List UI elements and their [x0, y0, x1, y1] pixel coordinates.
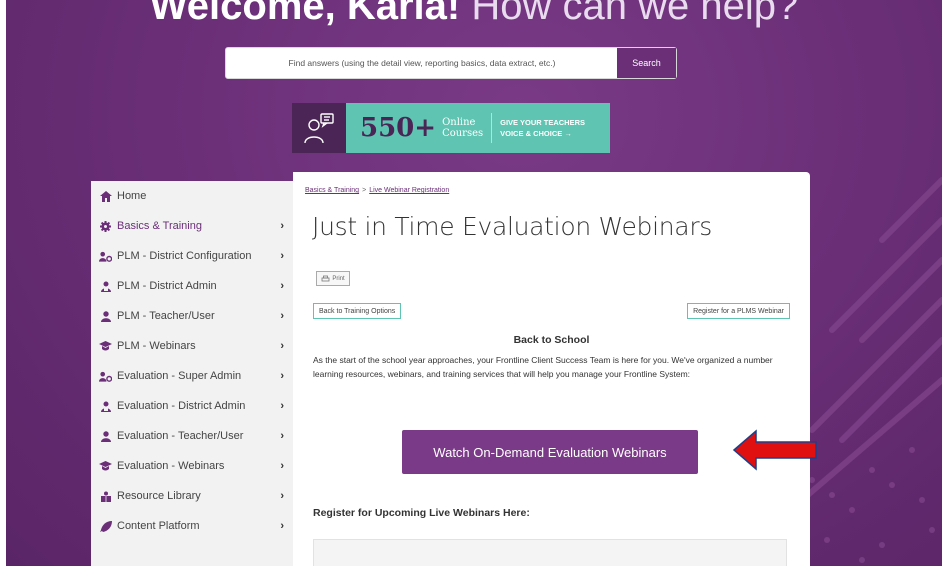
user-admin-icon — [99, 280, 112, 292]
sidebar-item-evaluation-teacher-user[interactable]: Evaluation - Teacher/User › — [91, 421, 293, 451]
webinar-embed[interactable] — [313, 539, 787, 566]
intro-paragraph: As the start of the school year approach… — [313, 355, 773, 379]
sidebar-item-label: Evaluation - District Admin — [117, 400, 246, 412]
back-to-training-button[interactable]: Back to Training Options — [313, 303, 402, 319]
chevron-right-icon[interactable]: › — [280, 520, 284, 532]
sidebar-item-label: Resource Library — [117, 490, 201, 502]
breadcrumb: Basics & Training > Live Webinar Registrat… — [305, 187, 450, 194]
rocket-icon — [99, 520, 112, 532]
banner-cta: GIVE YOUR TEACHERS VOICE & CHOICE → — [500, 118, 586, 138]
sidebar-item-plm-district-admin[interactable]: PLM - District Admin › — [91, 271, 293, 301]
welcome-question: How can we help? — [471, 0, 799, 28]
breadcrumb-basics-training[interactable]: Basics & Training — [305, 187, 359, 194]
courses-banner[interactable]: 550+ Online Courses GIVE YOUR TEACHERS VOI… — [292, 103, 610, 153]
search-input[interactable] — [226, 48, 618, 78]
sidebar-item-label: PLM - Webinars — [117, 340, 196, 352]
sidebar-item-basics-training[interactable]: Basics & Training › — [91, 211, 293, 241]
banner-count: 550+ — [360, 113, 437, 143]
user-icon — [99, 310, 112, 322]
gear-icon — [99, 220, 112, 232]
sidebar-item-label: Home — [117, 190, 147, 202]
sidebar-item-label: PLM - District Configuration — [117, 250, 252, 262]
printer-icon — [321, 275, 330, 281]
chevron-right-icon[interactable]: › — [280, 400, 284, 412]
user-admin-icon — [99, 400, 112, 412]
chevron-right-icon[interactable]: › — [280, 250, 284, 262]
sidebar-item-plm-webinars[interactable]: PLM - Webinars › — [91, 331, 293, 361]
user-icon — [99, 430, 112, 442]
users-config-icon — [99, 250, 112, 262]
chevron-right-icon[interactable]: › — [280, 220, 284, 232]
left-arrow-annotation — [732, 429, 817, 471]
sidebar-item-label: Evaluation - Super Admin — [117, 370, 242, 382]
welcome-heading: Welcome, Karla! How can we help? — [6, 0, 942, 28]
chevron-right-icon[interactable]: › — [280, 310, 284, 322]
sidebar-item-label: PLM - District Admin — [117, 280, 217, 292]
sidebar-item-label: Evaluation - Teacher/User — [117, 430, 244, 442]
teacher-chat-icon — [292, 103, 346, 153]
library-icon — [99, 490, 112, 502]
main-content: Basics & Training > Live Webinar Registrat… — [293, 172, 810, 566]
sidebar-nav: Home Basics & Training › PLM - District Con… — [91, 181, 293, 566]
users-config-icon — [99, 370, 112, 382]
print-button[interactable]: Print — [316, 271, 350, 286]
page-title: Just in Time Evaluation Webinars — [312, 212, 713, 241]
sidebar-item-evaluation-webinars[interactable]: Evaluation - Webinars › — [91, 451, 293, 481]
section-heading: Back to School — [513, 334, 590, 346]
chevron-right-icon[interactable]: › — [280, 370, 284, 382]
banner-online-courses: Online Courses — [442, 117, 484, 139]
sidebar-item-home[interactable]: Home — [91, 181, 293, 211]
graduation-cap-icon — [99, 340, 112, 352]
search-bar: Search — [225, 47, 677, 79]
sidebar-item-label: Evaluation - Webinars — [117, 460, 225, 472]
watch-on-demand-button[interactable]: Watch On-Demand Evaluation Webinars — [402, 430, 698, 474]
banner-content: 550+ Online Courses GIVE YOUR TEACHERS VOI… — [346, 103, 610, 153]
chevron-right-icon[interactable]: › — [280, 430, 284, 442]
search-button[interactable]: Search — [616, 48, 676, 78]
register-plms-webinar-button[interactable]: Register for a PLMS Webinar — [687, 303, 790, 319]
breadcrumb-live-webinar[interactable]: Live Webinar Registration — [369, 187, 449, 194]
chevron-right-icon[interactable]: › — [280, 460, 284, 472]
register-heading: Register for Upcoming Live Webinars Here… — [313, 507, 530, 519]
welcome-name: Welcome, Karla! — [149, 0, 461, 28]
sidebar-item-evaluation-super-admin[interactable]: Evaluation - Super Admin › — [91, 361, 293, 391]
sidebar-item-label: PLM - Teacher/User — [117, 310, 215, 322]
chevron-right-icon[interactable]: › — [280, 280, 284, 292]
chevron-right-icon[interactable]: › — [280, 490, 284, 502]
sidebar-item-content-platform[interactable]: Content Platform › — [91, 511, 293, 541]
graduation-cap-icon — [99, 460, 112, 472]
sidebar-item-label: Content Platform — [117, 520, 200, 532]
sidebar-item-plm-district-configuration[interactable]: PLM - District Configuration › — [91, 241, 293, 271]
sidebar-item-plm-teacher-user[interactable]: PLM - Teacher/User › — [91, 301, 293, 331]
banner-divider — [491, 113, 493, 143]
home-icon — [99, 190, 112, 202]
chevron-right-icon[interactable]: › — [280, 340, 284, 352]
sidebar-item-label: Basics & Training — [117, 220, 202, 232]
sidebar-item-evaluation-district-admin[interactable]: Evaluation - District Admin › — [91, 391, 293, 421]
sidebar-item-resource-library[interactable]: Resource Library › — [91, 481, 293, 511]
